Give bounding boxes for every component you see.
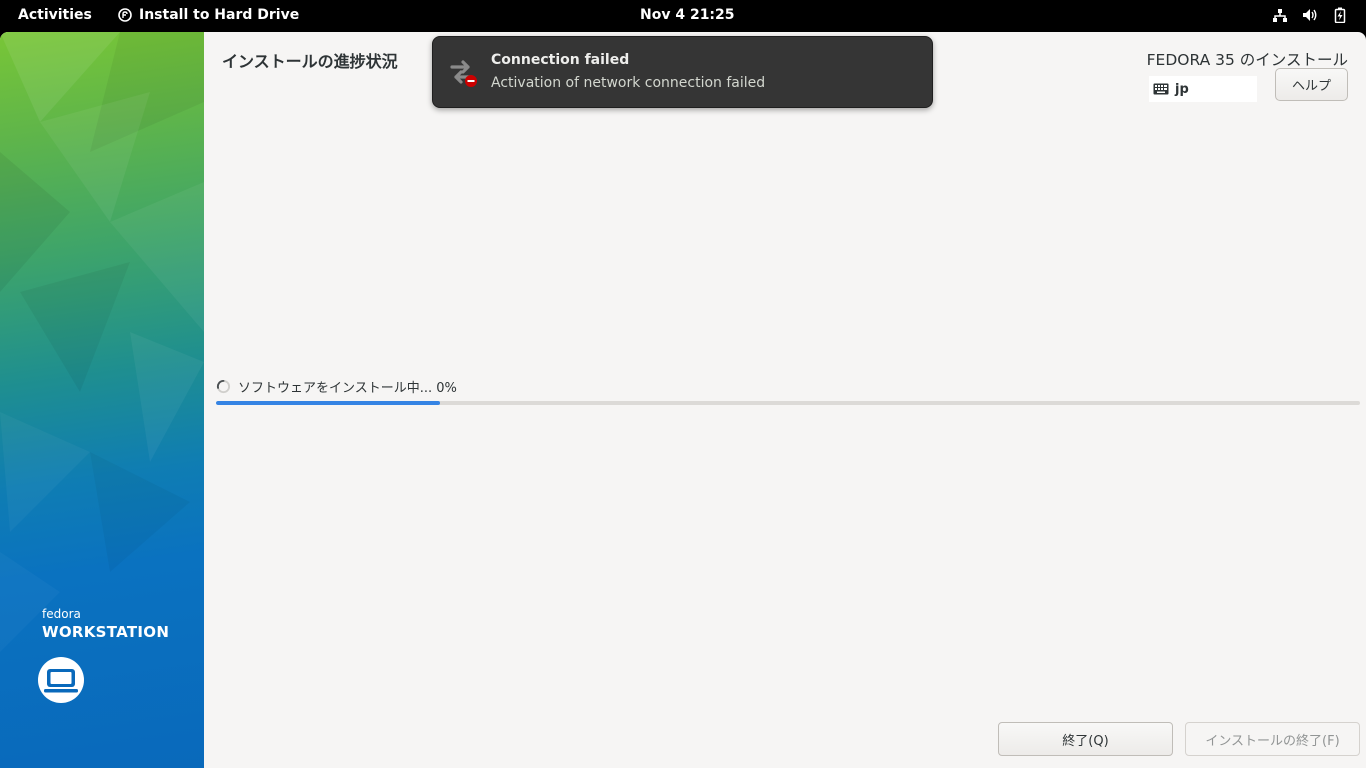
sidebar: fedora WORKSTATION — [0, 32, 204, 768]
notification-banner[interactable]: Connection failed Activation of network … — [432, 36, 933, 108]
activities-button[interactable]: Activities — [18, 7, 92, 23]
quit-button[interactable]: 終了(Q) — [998, 722, 1173, 756]
brand-fedora-text: fedora — [42, 607, 81, 621]
spinner-icon — [216, 379, 231, 394]
system-tray[interactable] — [1272, 7, 1348, 23]
keyboard-layout-label: jp — [1175, 81, 1189, 97]
fedora-workstation-logo: fedora WORKSTATION — [42, 608, 169, 641]
progress-bar — [216, 401, 1360, 405]
network-wired-icon[interactable] — [1272, 7, 1288, 23]
help-button[interactable]: ヘルプ — [1275, 68, 1348, 101]
brand-workstation-text: WORKSTATION — [42, 623, 170, 641]
product-title: FEDORA 35 のインストール — [1146, 51, 1348, 69]
installer-icon — [118, 8, 132, 22]
volume-icon[interactable] — [1302, 7, 1318, 23]
sidebar-background-pattern — [0, 32, 204, 572]
progress-bar-fill — [216, 401, 441, 405]
battery-charging-icon[interactable] — [1332, 7, 1348, 23]
progress-status: ソフトウェアをインストール中... 0% — [216, 377, 457, 396]
installer-window: fedora WORKSTATION インストールの進捗状況 FEDORA 35… — [0, 32, 1366, 768]
finish-installation-button[interactable]: インストールの終了(F) — [1185, 722, 1360, 756]
keyboard-layout-indicator[interactable]: jp — [1149, 76, 1257, 102]
notification-title: Connection failed — [491, 52, 630, 68]
app-menu[interactable]: Install to Hard Drive — [118, 7, 299, 23]
progress-status-text: ソフトウェアをインストール中... 0% — [238, 381, 457, 396]
network-transmit-error-icon — [450, 60, 477, 87]
workstation-laptop-icon — [38, 657, 84, 703]
top-bar: Activities Install to Hard Drive Nov 4 2… — [0, 0, 1366, 32]
clock[interactable]: Nov 4 21:25 — [640, 7, 735, 23]
notification-body: Activation of network connection failed — [491, 75, 766, 91]
keyboard-icon — [1153, 83, 1169, 95]
app-menu-label: Install to Hard Drive — [139, 7, 300, 23]
page-title: インストールの進捗状況 — [222, 52, 398, 71]
